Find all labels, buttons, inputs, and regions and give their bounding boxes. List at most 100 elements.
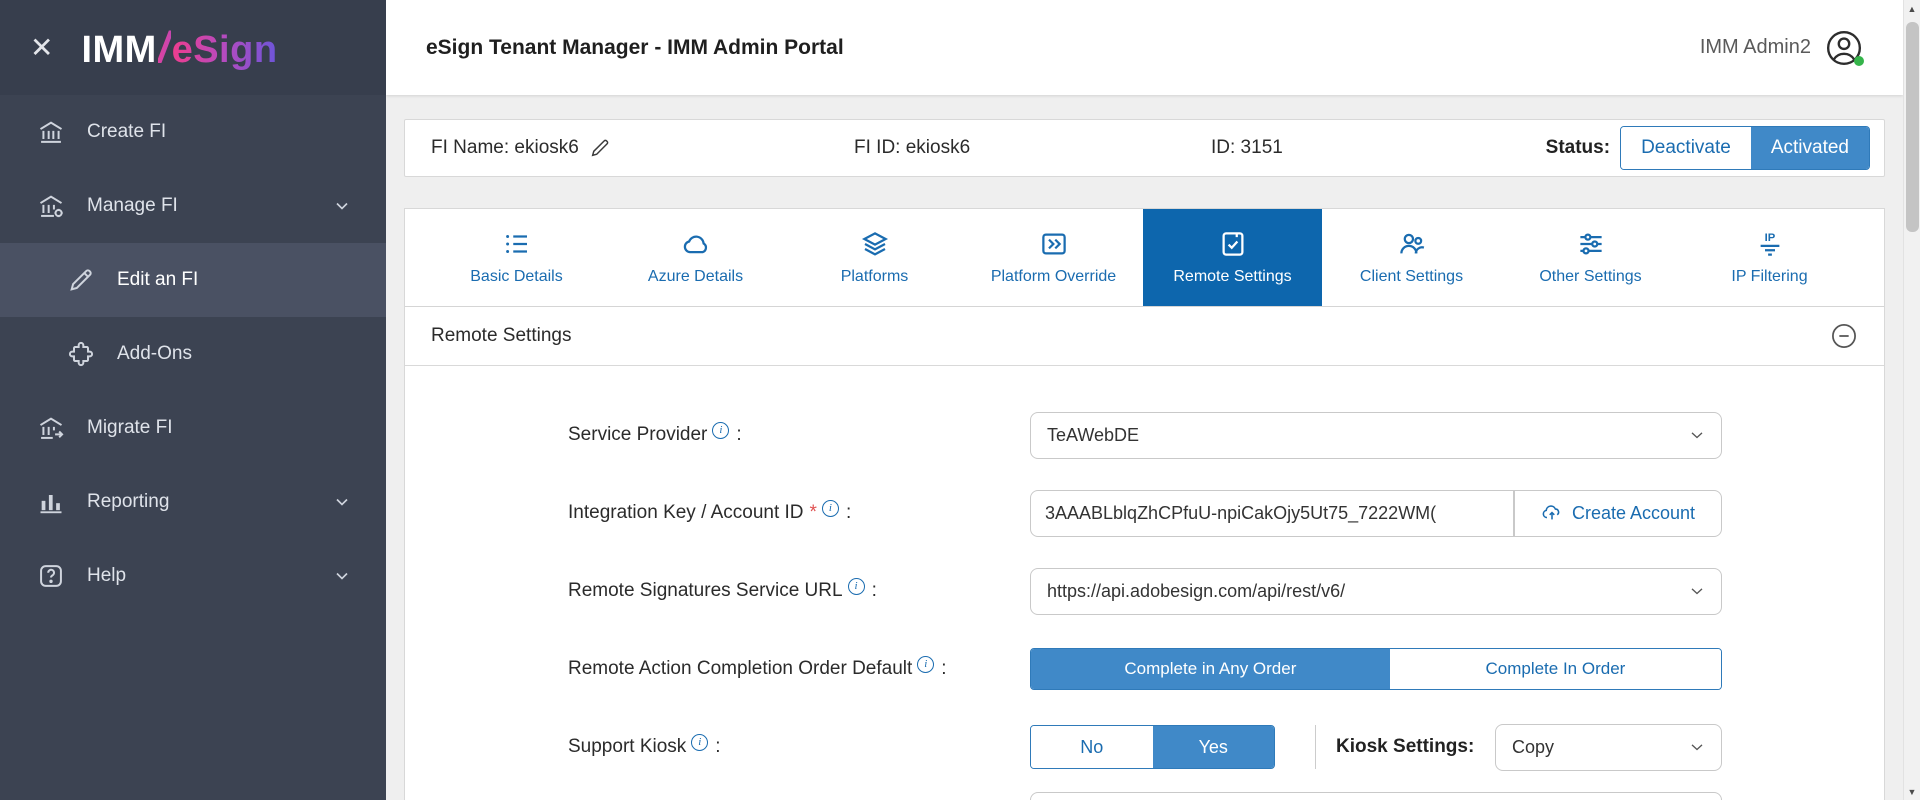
info-icon[interactable]: i — [712, 422, 729, 439]
fi-name-text: FI Name: ekiosk6 — [431, 137, 579, 159]
sidebar-nav: Create FI Manage FI Edit an FI Add-Ons — [0, 95, 386, 613]
required-asterisk: * — [810, 502, 817, 524]
tab-platform-override[interactable]: Platform Override — [964, 209, 1143, 306]
sliders-icon — [1576, 229, 1606, 259]
chevron-down-icon — [1687, 425, 1707, 445]
fi-numeric-id: ID: 3151 — [1211, 120, 1283, 176]
tab-remote-settings[interactable]: Remote Settings — [1143, 209, 1322, 306]
remote-url-value: https://api.adobesign.com/api/rest/v6/ — [1047, 581, 1345, 602]
integration-key-row: Integration Key / Account ID * i : 3AAAB… — [568, 474, 1884, 552]
layers-icon — [860, 229, 890, 259]
sidebar-item-label: Help — [87, 565, 126, 587]
tab-label: Azure Details — [648, 268, 743, 286]
collapse-section-button[interactable] — [1830, 322, 1858, 350]
bank-icon — [37, 118, 65, 146]
tab-label: Client Settings — [1360, 268, 1463, 286]
logo-esign-text: eSign — [172, 29, 278, 71]
info-icon[interactable]: i — [822, 500, 839, 517]
cloud-upload-icon — [1541, 502, 1563, 524]
tab-azure-details[interactable]: Azure Details — [606, 209, 785, 306]
chevron-down-icon — [332, 196, 352, 216]
service-provider-label: Service Provider i : — [568, 422, 1030, 449]
create-account-button[interactable]: Create Account — [1514, 490, 1722, 537]
service-provider-select[interactable]: TeAWebDE — [1030, 412, 1722, 459]
sidebar-item-create-fi[interactable]: Create FI — [0, 95, 386, 169]
page-title: eSign Tenant Manager - IMM Admin Portal — [426, 36, 844, 60]
tab-platforms[interactable]: Platforms — [785, 209, 964, 306]
integration-key-value: 3AAABLblqZhCPfuU-npiCakOjy5Ut75_7222WM( — [1045, 503, 1436, 524]
sidebar-item-label: Reporting — [87, 491, 169, 513]
scrollbar-down-arrow[interactable]: ▼ — [1904, 783, 1920, 800]
cloud-icon — [681, 229, 711, 259]
help-question-icon — [37, 562, 65, 590]
vertical-divider — [1315, 725, 1316, 769]
header-user[interactable]: IMM Admin2 — [1700, 29, 1863, 67]
tab-label: Other Settings — [1539, 268, 1641, 286]
remote-url-label: Remote Signatures Service URL i : — [568, 578, 1030, 605]
complete-in-order-option[interactable]: Complete In Order — [1390, 649, 1721, 689]
tab-client-settings[interactable]: Client Settings — [1322, 209, 1501, 306]
integration-key-input[interactable]: 3AAABLblqZhCPfuU-npiCakOjy5Ut75_7222WM( — [1030, 490, 1514, 537]
tab-ip-filtering[interactable]: IP IP Filtering — [1680, 209, 1859, 306]
sidebar-item-edit-an-fi[interactable]: Edit an FI — [0, 243, 386, 317]
deactivate-button[interactable]: Deactivate — [1621, 127, 1751, 169]
service-provider-row: Service Provider i : TeAWebDE — [568, 396, 1884, 474]
edit-fi-name-icon[interactable] — [589, 137, 611, 159]
user-avatar-icon[interactable] — [1825, 29, 1863, 67]
fi-id: FI ID: ekiosk6 — [854, 120, 970, 176]
sidebar-item-migrate-fi[interactable]: Migrate FI — [0, 391, 386, 465]
kiosk-settings-value: Copy — [1512, 737, 1554, 758]
sidebar-item-reporting[interactable]: Reporting — [0, 465, 386, 539]
chevron-down-icon — [332, 492, 352, 512]
kiosk-no-option[interactable]: No — [1031, 726, 1153, 768]
bank-migrate-icon — [37, 414, 65, 442]
next-field-input[interactable] — [1030, 792, 1722, 800]
user-name: IMM Admin2 — [1700, 36, 1811, 59]
section-header: Remote Settings — [405, 307, 1884, 366]
tab-label: Remote Settings — [1173, 268, 1291, 286]
info-icon[interactable]: i — [691, 734, 708, 751]
sidebar-item-manage-fi[interactable]: Manage FI — [0, 169, 386, 243]
kiosk-settings-label: Kiosk Settings: — [1336, 736, 1474, 758]
ip-filter-icon: IP — [1755, 229, 1785, 259]
bar-chart-icon — [37, 488, 65, 516]
kiosk-settings-select[interactable]: Copy — [1495, 724, 1722, 771]
tab-label: Platforms — [841, 268, 909, 286]
tab-bar: Basic Details Azure Details Platforms — [405, 209, 1884, 307]
content: FI Name: ekiosk6 FI ID: ekiosk6 ID: 3151… — [386, 95, 1903, 800]
info-icon[interactable]: i — [848, 578, 865, 595]
activated-button[interactable]: Activated — [1751, 127, 1869, 169]
scrollbar-up-arrow[interactable]: ▲ — [1904, 0, 1920, 17]
fi-name: FI Name: ekiosk6 — [431, 120, 611, 176]
chevron-down-icon — [1687, 581, 1707, 601]
logo-imm-text: IMM — [81, 29, 156, 71]
page-scrollbar: ▲ ▼ — [1903, 0, 1920, 800]
complete-any-order-option[interactable]: Complete in Any Order — [1031, 649, 1390, 689]
logo-slash: / — [158, 23, 171, 72]
sidebar: ✕ IMM/eSign Create FI Manage FI Edit an — [0, 0, 386, 800]
tab-label: Basic Details — [470, 268, 562, 286]
create-account-label: Create Account — [1572, 503, 1695, 524]
status-label: Status: — [1546, 137, 1610, 159]
status-toggle: Deactivate Activated — [1620, 126, 1870, 170]
puzzle-icon — [67, 340, 95, 368]
document-check-icon — [1218, 229, 1248, 259]
online-status-dot — [1854, 56, 1864, 66]
next-field-row — [568, 786, 1884, 800]
list-icon — [502, 229, 532, 259]
close-icon[interactable]: ✕ — [30, 34, 53, 62]
section-title: Remote Settings — [431, 325, 571, 347]
support-kiosk-toggle: No Yes — [1030, 725, 1275, 769]
tab-other-settings[interactable]: Other Settings — [1501, 209, 1680, 306]
remote-url-select[interactable]: https://api.adobesign.com/api/rest/v6/ — [1030, 568, 1722, 615]
sidebar-item-label: Create FI — [87, 121, 166, 143]
sidebar-item-add-ons[interactable]: Add-Ons — [0, 317, 386, 391]
svg-text:IP: IP — [1764, 232, 1775, 244]
tab-label: Platform Override — [991, 268, 1116, 286]
scrollbar-thumb[interactable] — [1906, 22, 1919, 232]
kiosk-yes-option[interactable]: Yes — [1153, 726, 1275, 768]
info-icon[interactable]: i — [917, 656, 934, 673]
tab-basic-details[interactable]: Basic Details — [427, 209, 606, 306]
bank-gear-icon — [37, 192, 65, 220]
sidebar-item-help[interactable]: Help — [0, 539, 386, 613]
